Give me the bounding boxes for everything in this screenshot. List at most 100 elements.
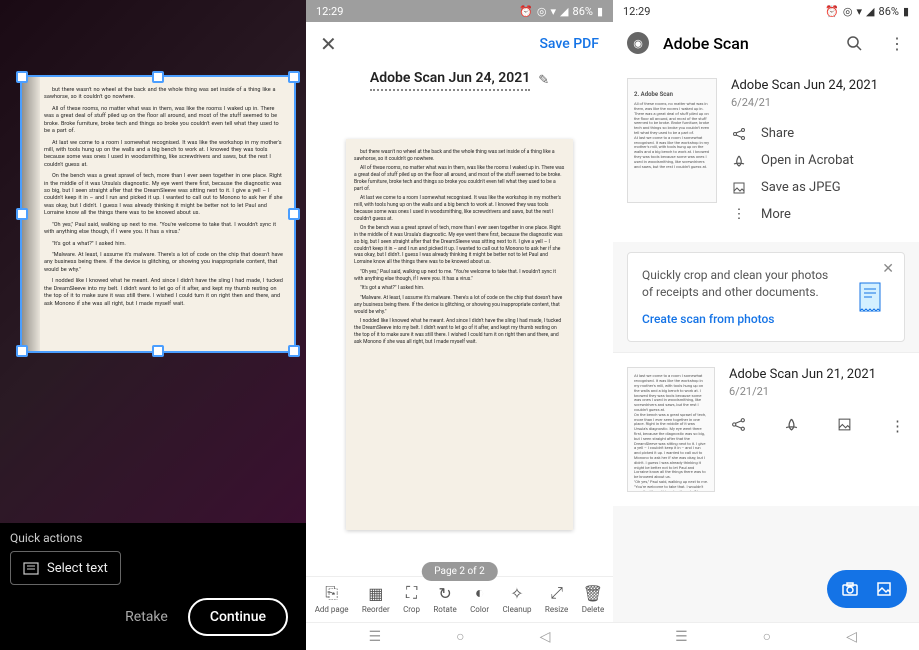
crop-handle-tl[interactable] (16, 71, 28, 83)
vibrate-icon: ◎ (537, 5, 547, 18)
document-meta: Adobe Scan Jun 21, 2021 6/21/21 ⋮ (729, 367, 905, 435)
quick-actions-section: Quick actions Select text (0, 523, 306, 593)
app-name: Adobe Scan (663, 34, 831, 53)
tip-card: ✕ Quickly crop and clean your photos of … (627, 252, 905, 342)
share-icon[interactable] (731, 417, 746, 435)
android-nav: ☰ ○ ◁ (613, 622, 919, 650)
signal-icon: ◢ (560, 5, 568, 18)
resize-button[interactable]: ⤢Resize (545, 583, 568, 614)
camera-icon (841, 580, 859, 598)
crop-handle-bc[interactable] (152, 345, 164, 357)
search-icon[interactable] (845, 34, 863, 52)
app-logo-icon: ◉ (627, 32, 649, 54)
crop-handle-ml[interactable] (16, 208, 28, 220)
continue-button[interactable]: Continue (188, 598, 288, 636)
status-icons: ⏰ ◎ ▾ ◢ 86% ▮ (519, 5, 603, 18)
preview-page: but there wasn't no wheel at the back an… (346, 139, 573, 530)
vibrate-icon: ◎ (843, 5, 853, 18)
app-bar: ◉ Adobe Scan ⋮ (613, 22, 919, 64)
close-icon[interactable]: ✕ (320, 32, 337, 56)
nav-back[interactable]: ◁ (540, 629, 551, 645)
overflow-icon[interactable]: ⋮ (889, 34, 905, 53)
nav-back[interactable]: ◁ (846, 629, 857, 645)
gallery-icon (875, 580, 893, 598)
edit-toolbar: ⎘Add page ▦Reorder ⛶Crop ↻Rotate ◐Color … (306, 576, 613, 622)
save-jpeg-icon (731, 181, 747, 195)
nav-recents[interactable]: ☰ (675, 629, 688, 645)
library-panel: 12:29 ⏰ ◎ ▾ ◢ 86% ▮ ◉ Adobe Scan ⋮ 2. Ad… (613, 0, 919, 650)
document-date: 6/21/21 (729, 385, 905, 398)
document-meta: Adobe Scan Jun 24, 2021 6/24/21 Share Op… (731, 78, 905, 228)
review-header: ✕ Save PDF (306, 22, 613, 66)
fab[interactable] (827, 570, 907, 608)
select-text-button[interactable]: Select text (10, 551, 121, 585)
cleanup-icon: ✧ (510, 583, 523, 603)
crop-panel: but there wasn't no wheel at the back an… (0, 0, 306, 650)
crop-handle-br[interactable] (288, 345, 300, 357)
delete-button[interactable]: 🗑Delete (582, 583, 605, 614)
crop-handle-tr[interactable] (288, 71, 300, 83)
signal-icon: ◢ (866, 5, 874, 18)
nav-home[interactable]: ○ (456, 628, 464, 645)
add-page-button[interactable]: ⎘Add page (315, 583, 349, 614)
save-pdf-button[interactable]: Save PDF (539, 36, 599, 52)
more-action[interactable]: ⋮More (731, 201, 905, 228)
document-item[interactable]: At last we come to a room I somewhat rec… (613, 352, 919, 506)
battery-label: 86% (879, 5, 899, 18)
scanned-page: but there wasn't no wheel at the back an… (22, 77, 294, 351)
quick-actions-label: Quick actions (10, 531, 296, 545)
save-jpeg-action[interactable]: Save as JPEG (731, 174, 905, 201)
nav-home[interactable]: ○ (763, 628, 771, 645)
alarm-icon: ⏰ (825, 5, 839, 18)
share-action[interactable]: Share (731, 120, 905, 147)
crop-handle-mr[interactable] (288, 208, 300, 220)
rotate-icon: ↻ (438, 583, 451, 603)
create-from-photos-link[interactable]: Create scan from photos (642, 311, 838, 328)
crop-handle-bl[interactable] (16, 345, 28, 357)
status-bar: 12:29 ⏰ ◎ ▾ ◢ 86% ▮ (613, 0, 919, 22)
tip-text: Quickly crop and clean your photos of re… (642, 268, 828, 299)
document-title: Adobe Scan Jun 24, 2021 (370, 70, 530, 91)
select-text-icon (23, 560, 39, 576)
color-icon: ◐ (475, 583, 485, 603)
receipt-icon (850, 277, 890, 317)
reorder-icon: ▦ (368, 583, 383, 603)
edit-title-icon[interactable]: ✎ (538, 73, 549, 88)
color-button[interactable]: ◐Color (470, 583, 489, 614)
crop-area[interactable]: but there wasn't no wheel at the back an… (0, 0, 306, 523)
battery-label: 86% (573, 5, 593, 18)
document-thumbnail: 2. Adobe Scan All of these rooms, no mat… (627, 78, 717, 203)
acrobat-icon[interactable] (784, 417, 799, 435)
delete-icon: 🗑 (583, 583, 603, 603)
battery-icon: ▮ (903, 5, 909, 18)
acrobat-icon (731, 154, 747, 168)
crop-button[interactable]: ⛶Crop (403, 583, 420, 614)
page-preview-area[interactable]: but there wasn't no wheel at the back an… (306, 93, 613, 576)
crop-footer: Retake Continue (0, 593, 306, 650)
title-row[interactable]: Adobe Scan Jun 24, 2021 ✎ (306, 66, 613, 93)
rotate-button[interactable]: ↻Rotate (433, 583, 456, 614)
more-icon: ⋮ (731, 207, 747, 222)
alarm-icon: ⏰ (519, 5, 533, 18)
crop-icon: ⛶ (406, 583, 417, 603)
crop-box[interactable]: but there wasn't no wheel at the back an… (20, 75, 296, 353)
document-item[interactable]: 2. Adobe Scan All of these rooms, no mat… (613, 64, 919, 242)
wifi-icon: ▾ (551, 5, 557, 18)
image-icon[interactable] (837, 417, 852, 435)
reorder-button[interactable]: ▦Reorder (362, 583, 390, 614)
dismiss-tip-icon[interactable]: ✕ (882, 261, 894, 277)
overflow-icon[interactable]: ⋮ (890, 417, 905, 435)
status-time: 12:29 (623, 5, 650, 18)
nav-recents[interactable]: ☰ (369, 629, 382, 645)
status-bar: 12:29 ⏰ ◎ ▾ ◢ 86% ▮ (306, 0, 613, 22)
document-thumbnail: At last we come to a room I somewhat rec… (627, 367, 715, 492)
android-nav: ☰ ○ ◁ (306, 622, 613, 650)
share-icon (731, 127, 747, 141)
add-page-icon: ⎘ (325, 583, 338, 603)
cleanup-button[interactable]: ✧Cleanup (502, 583, 531, 614)
document-list[interactable]: 2. Adobe Scan All of these rooms, no mat… (613, 64, 919, 622)
crop-handle-tc[interactable] (152, 71, 164, 83)
retake-button[interactable]: Retake (125, 609, 168, 625)
open-acrobat-action[interactable]: Open in Acrobat (731, 147, 905, 174)
status-icons: ⏰ ◎ ▾ ◢ 86% ▮ (825, 5, 909, 18)
